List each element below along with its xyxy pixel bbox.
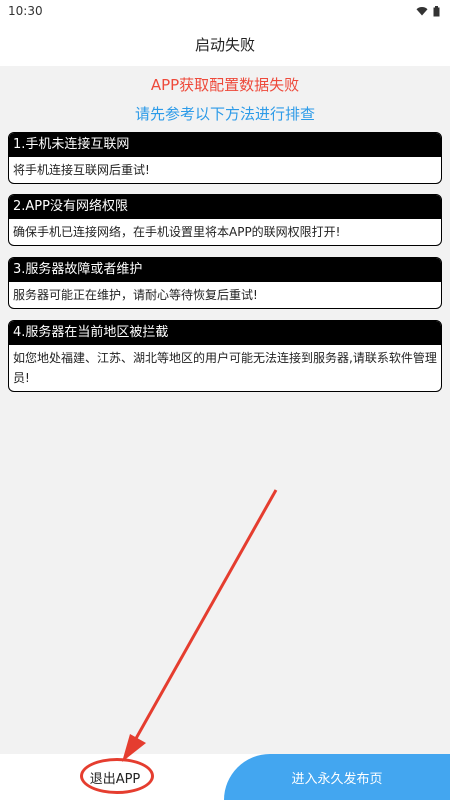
tip-card-3: 3.服务器故障或者维护 服务器可能正在维护，请耐心等待恢复后重试! [8,257,442,309]
tip-card-2: 2.APP没有网络权限 确保手机已连接网络，在手机设置里将本APP的联网权限打开… [8,194,442,246]
wifi-icon [416,7,428,16]
app-bar: 启动失败 [0,22,450,66]
tip-card-1: 1.手机未连接互联网 将手机连接互联网后重试! [8,132,442,184]
battery-icon [433,5,440,16]
error-title: APP获取配置数据失败 [150,76,300,94]
tip-card-title: 2.APP没有网络权限 [9,195,441,219]
content-area: APP获取配置数据失败 请先参考以下方法进行排查 1.手机未连接互联网 将手机连… [0,66,450,754]
tip-card-title: 4.服务器在当前地区被拦截 [9,321,441,345]
status-bar: 10:30 [0,0,450,22]
hint-title: 请先参考以下方法进行排查 [134,105,315,123]
tip-card-title: 3.服务器故障或者维护 [9,258,441,282]
page-title: 启动失败 [194,35,255,54]
status-time: 10:30 [8,4,43,18]
exit-app-button[interactable]: 退出APP [80,762,150,792]
tip-card-body: 确保手机已连接网络，在手机设置里将本APP的联网权限打开! [13,225,341,239]
permanent-release-page-button[interactable]: 进入永久发布页 [224,754,450,800]
tip-card-4: 4.服务器在当前地区被拦截 如您地处福建、江苏、湖北等地区的用户可能无法连接到服… [8,320,442,392]
tip-card-title: 1.手机未连接互联网 [9,133,441,157]
status-icons [416,5,440,17]
tip-card-body: 如您地处福建、江苏、湖北等地区的用户可能无法连接到服务器,请联系软件管理员! [13,351,437,385]
tip-card-body: 服务器可能正在维护，请耐心等待恢复后重试! [13,288,258,302]
tip-card-body: 将手机连接互联网后重试! [13,163,150,177]
